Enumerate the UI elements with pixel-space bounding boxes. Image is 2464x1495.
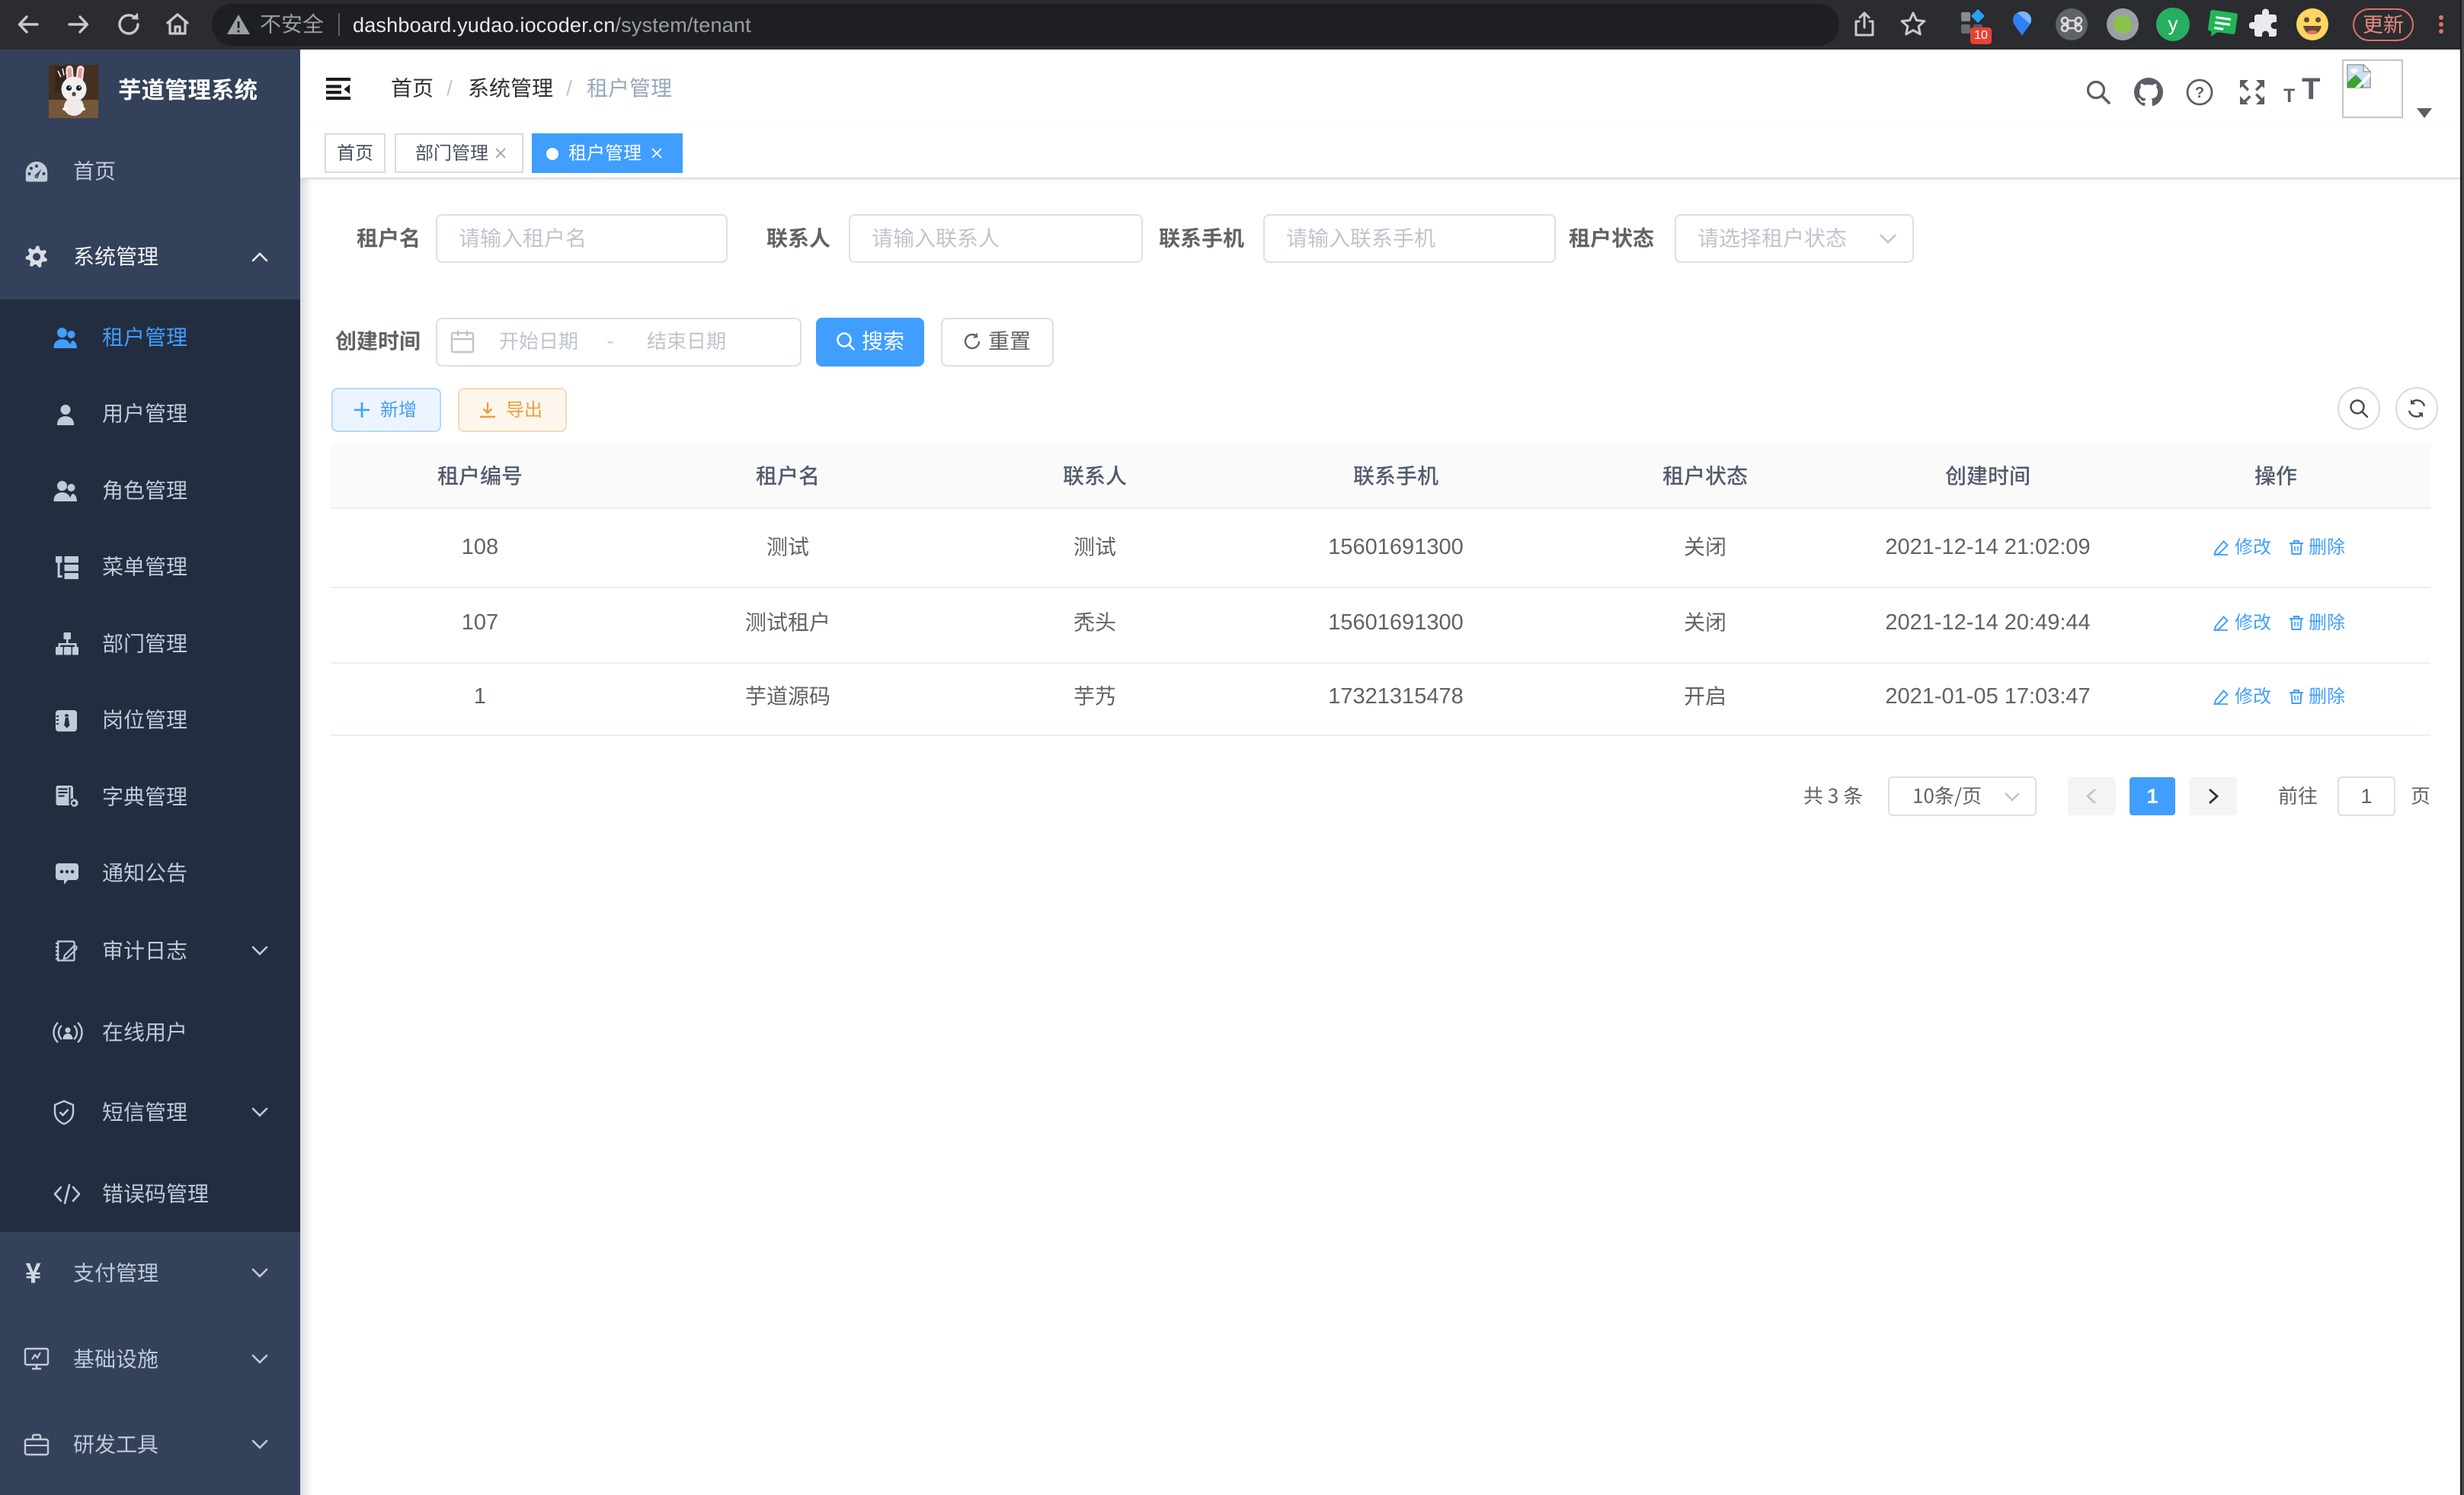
svg-text:?: ? (2195, 85, 2204, 101)
svg-text:y: y (2168, 12, 2178, 35)
